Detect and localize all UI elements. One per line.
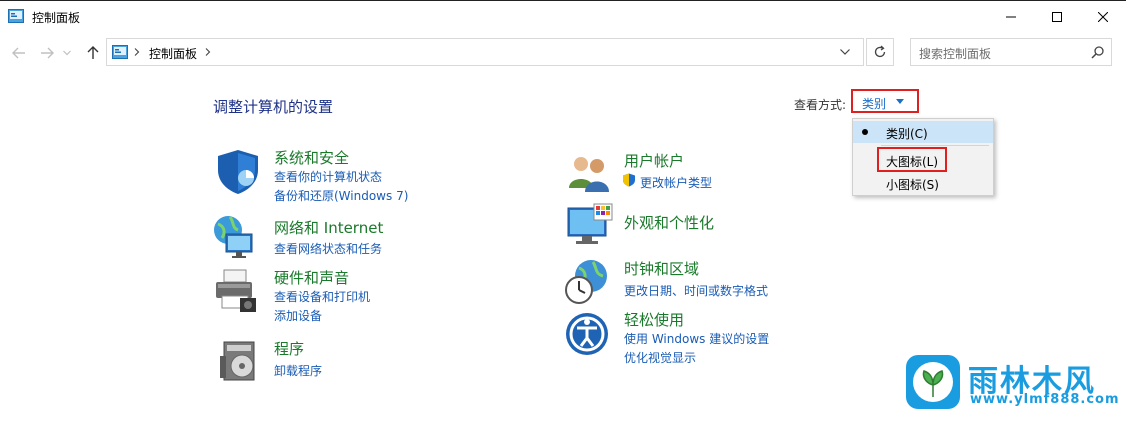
shield-icon (218, 150, 258, 194)
address-dropdown-button[interactable] (832, 39, 858, 65)
minimize-icon (1006, 16, 1016, 18)
search-icon[interactable] (1091, 45, 1105, 59)
category-clock-region[interactable]: 时钟和区域 (624, 258, 699, 279)
chevron-right-icon[interactable] (205, 48, 211, 56)
control-panel-icon (8, 9, 24, 23)
minimize-button[interactable] (988, 2, 1034, 32)
forward-button[interactable] (36, 42, 58, 64)
link-check-computer-status[interactable]: 查看你的计算机状态 (274, 168, 382, 185)
link-change-account-type[interactable]: 更改帐户类型 (640, 174, 712, 191)
category-user-accounts[interactable]: 用户帐户 (624, 150, 684, 171)
view-by-label: 查看方式: (794, 98, 847, 112)
link-recommended-settings[interactable]: 使用 Windows 建议的设置 (624, 330, 769, 347)
menu-divider (881, 145, 989, 146)
clock-globe-icon (565, 260, 607, 304)
chevron-down-icon (63, 50, 71, 56)
category-appearance-personalization[interactable]: 外观和个性化 (624, 212, 714, 233)
category-programs[interactable]: 程序 (274, 338, 304, 359)
close-icon (1098, 12, 1108, 22)
maximize-button[interactable] (1034, 2, 1080, 32)
link-backup-restore[interactable]: 备份和还原(Windows 7) (274, 187, 408, 204)
link-optimize-visual-display[interactable]: 优化视觉显示 (624, 349, 696, 366)
watermark-url: www.ylmf888.com (970, 392, 1120, 407)
recent-locations-button[interactable] (60, 42, 74, 64)
back-button[interactable] (8, 42, 30, 64)
link-add-device[interactable]: 添加设备 (274, 307, 322, 324)
search-input[interactable]: 搜索控制面板 (910, 38, 1112, 66)
link-network-status[interactable]: 查看网络状态和任务 (274, 240, 382, 257)
breadcrumb[interactable]: 控制面板 (149, 45, 197, 62)
link-uninstall-program[interactable]: 卸载程序 (274, 362, 322, 379)
link-change-date-time-format[interactable]: 更改日期、时间或数字格式 (624, 282, 768, 299)
caret-down-icon (896, 99, 904, 104)
ease-of-access-icon (566, 313, 608, 355)
refresh-icon (874, 45, 886, 58)
address-bar[interactable]: 控制面板 (106, 38, 864, 66)
view-by-menu: 类别(C) 大图标(L) 小图标(S) (852, 118, 994, 196)
close-button[interactable] (1080, 2, 1126, 32)
watermark-logo (906, 355, 960, 409)
menu-item-category[interactable]: 类别(C) (853, 121, 993, 143)
maximize-icon (1052, 12, 1062, 22)
view-by-value: 类别 (862, 97, 887, 111)
up-arrow-icon (87, 46, 99, 59)
search-placeholder: 搜索控制面板 (919, 47, 992, 61)
menu-item-small-icons[interactable]: 小图标(S) (853, 172, 993, 194)
category-system-security[interactable]: 系统和安全 (274, 147, 349, 168)
printer-icon (216, 269, 256, 312)
users-icon (569, 157, 609, 192)
monitor-palette-icon (567, 203, 613, 244)
page-title: 调整计算机的设置 (213, 98, 334, 116)
back-arrow-icon (12, 47, 25, 59)
window-title: 控制面板 (32, 11, 81, 25)
title-bar: 控制面板 (0, 0, 1126, 32)
network-globe-icon (214, 216, 253, 258)
view-by-dropdown[interactable]: 类别 (851, 89, 919, 113)
up-button[interactable] (82, 42, 104, 64)
highlight-box (877, 147, 947, 172)
refresh-button[interactable] (866, 38, 894, 66)
control-panel-icon (112, 45, 128, 59)
category-hardware-sound[interactable]: 硬件和声音 (274, 267, 349, 288)
category-ease-of-access[interactable]: 轻松使用 (624, 309, 684, 330)
chevron-right-icon (134, 48, 140, 56)
selected-bullet-icon (862, 129, 868, 135)
category-network-internet[interactable]: 网络和 Internet (274, 217, 383, 238)
leaf-logo-icon (913, 362, 953, 402)
programs-disc-icon (220, 341, 255, 381)
chevron-down-icon (840, 49, 850, 55)
uac-shield-icon (623, 173, 635, 187)
link-devices-printers[interactable]: 查看设备和打印机 (274, 288, 370, 305)
forward-arrow-icon (41, 47, 54, 59)
